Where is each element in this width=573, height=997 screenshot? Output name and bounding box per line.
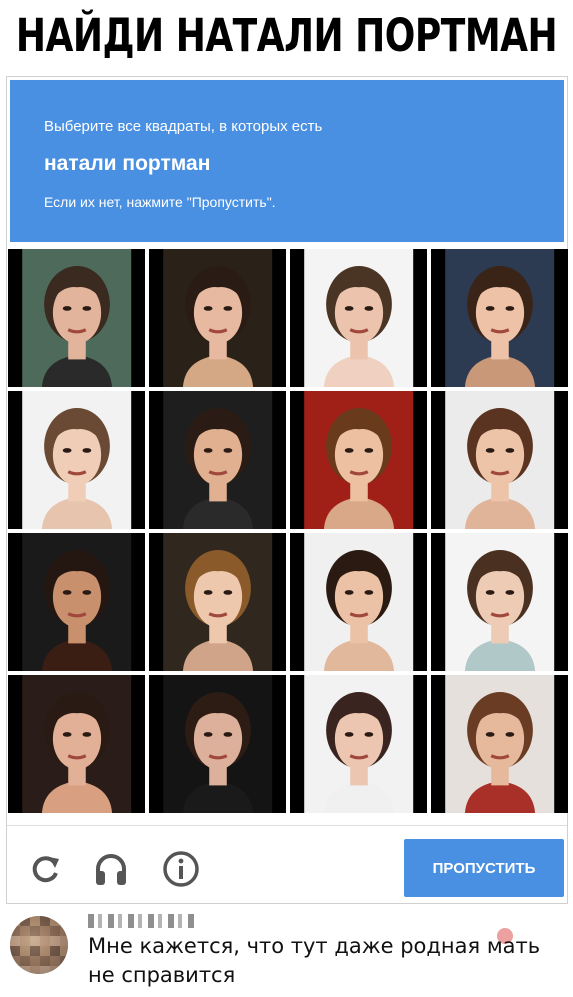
portrait-photo [444, 249, 555, 387]
portrait-photo [303, 533, 414, 671]
portrait-photo [303, 391, 414, 529]
portrait-photo [21, 533, 132, 671]
info-icon[interactable] [161, 849, 201, 889]
meme-title: НАЙДИ НАТАЛИ ПОРТМАН [15, 10, 558, 62]
portrait-photo [21, 391, 132, 529]
captcha-tile[interactable] [431, 533, 568, 671]
captcha-tile[interactable] [8, 391, 145, 529]
portrait-photo [162, 533, 273, 671]
portrait-photo [303, 249, 414, 387]
captcha-tile[interactable] [290, 533, 427, 671]
captcha-tile[interactable] [149, 675, 286, 813]
portrait-photo [444, 391, 555, 529]
captcha-header: Выберите все квадраты, в которых есть на… [10, 80, 564, 242]
headphones-icon[interactable] [91, 849, 131, 889]
captcha-tile[interactable] [8, 249, 145, 387]
captcha-tile[interactable] [290, 675, 427, 813]
skip-button[interactable]: ПРОПУСТИТЬ [404, 839, 564, 897]
avatar[interactable] [10, 916, 68, 974]
portrait-photo [444, 533, 555, 671]
comment-text: Мне кажется, что тут даже родная мать не… [88, 934, 541, 987]
portrait-photo [162, 391, 273, 529]
captcha-tile[interactable] [290, 391, 427, 529]
captcha-image-grid [8, 249, 568, 813]
captcha-instruction: Выберите все квадраты, в которых есть [44, 118, 323, 135]
username-redacted [88, 914, 198, 928]
comment: Мне кажется, что тут даже родная мать не… [0, 906, 573, 997]
captcha-tile[interactable] [8, 675, 145, 813]
captcha-widget: Выберите все квадраты, в которых есть на… [6, 76, 568, 904]
captcha-tile[interactable] [431, 675, 568, 813]
reload-icon[interactable] [25, 849, 65, 889]
captcha-tile[interactable] [149, 533, 286, 671]
captcha-tile[interactable] [149, 391, 286, 529]
captcha-target: натали портман [44, 152, 211, 175]
portrait-photo [162, 249, 273, 387]
portrait-photo [162, 675, 273, 813]
captcha-tile[interactable] [290, 249, 427, 387]
captcha-tile[interactable] [431, 391, 568, 529]
footer-divider [7, 825, 567, 826]
portrait-photo [21, 675, 132, 813]
portrait-photo [21, 249, 132, 387]
captcha-tile[interactable] [431, 249, 568, 387]
captcha-hint: Если их нет, нажмите "Пропустить". [44, 194, 276, 210]
portrait-photo [303, 675, 414, 813]
captcha-tile[interactable] [149, 249, 286, 387]
captcha-tile[interactable] [8, 533, 145, 671]
portrait-photo [444, 675, 555, 813]
